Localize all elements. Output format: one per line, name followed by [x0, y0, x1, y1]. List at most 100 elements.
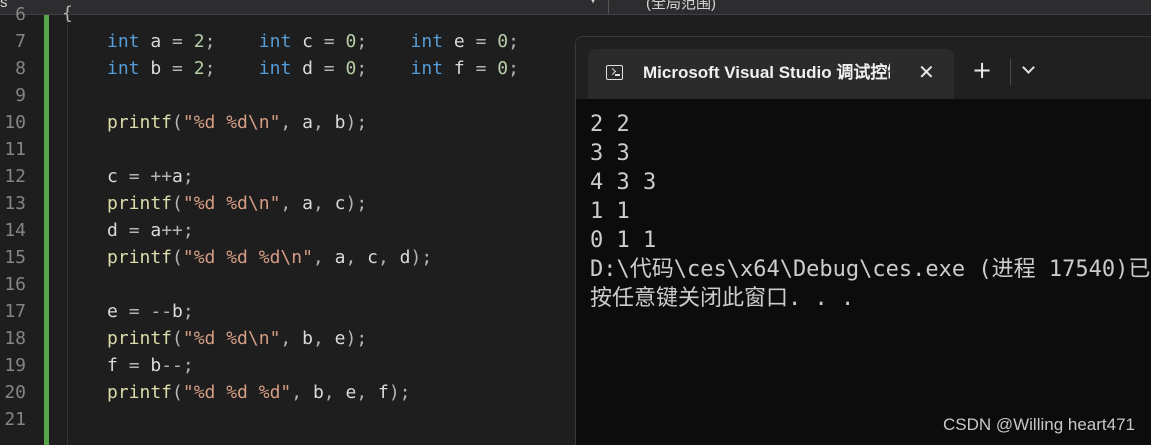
code-line[interactable]: printf("%d %d\n", b, e);: [107, 325, 367, 352]
chevron-down-icon[interactable]: ▾: [590, 0, 596, 7]
code-token: ;: [182, 301, 194, 322]
code-token: --;: [161, 355, 194, 376]
code-token: int: [107, 31, 140, 52]
code-line[interactable]: int b = 2; int d = 0; int f = 0;: [107, 55, 519, 82]
code-token: 0: [334, 58, 357, 79]
code-line[interactable]: printf("%d %d %d", b, e, f);: [107, 379, 411, 406]
code-token: 2: [182, 58, 205, 79]
code-token: d: [107, 220, 129, 241]
code-token: 2: [182, 31, 205, 52]
code-token: "%d %d\n": [182, 328, 281, 349]
code-token: );: [345, 193, 368, 214]
code-token: e: [107, 301, 129, 322]
code-token: b: [139, 58, 173, 79]
watermark: CSDN @Willing heart471: [942, 415, 1135, 434]
code-line[interactable]: printf("%d %d\n", a, c);: [107, 190, 367, 217]
code-token: f: [443, 58, 476, 79]
line-number: 15: [4, 247, 26, 268]
code-token: ,: [377, 247, 400, 268]
code-line[interactable]: int a = 2; int c = 0; int e = 0;: [107, 28, 519, 55]
line-number: 11: [4, 139, 26, 160]
code-line[interactable]: e = --b;: [107, 298, 194, 325]
code-token: (: [172, 112, 183, 133]
code-token: ;: [356, 58, 368, 79]
code-token: ,: [356, 382, 378, 403]
code-line[interactable]: d = a++;: [107, 217, 194, 244]
code-token: "%d %d %d\n": [182, 247, 313, 268]
indent-guide: [67, 15, 68, 445]
code-token: );: [410, 247, 433, 268]
code-token: (: [172, 382, 183, 403]
code-token: ;: [508, 58, 519, 79]
console-output-line: 0 1 1: [590, 228, 657, 253]
code-token: ;: [182, 166, 194, 187]
code-token: e: [345, 382, 357, 403]
code-token: ;: [204, 58, 216, 79]
code-token: printf: [107, 247, 173, 268]
code-token: c: [291, 31, 324, 52]
console-tab[interactable]: Microsoft Visual Studio 调试控制台 ✕: [588, 49, 954, 99]
code-token: int: [410, 31, 444, 52]
code-token: b: [334, 112, 346, 133]
code-token: ,: [312, 247, 335, 268]
code-token: );: [345, 112, 368, 133]
line-number: 6: [15, 4, 26, 25]
code-token: ++;: [161, 220, 194, 241]
code-token: int: [258, 58, 292, 79]
code-token: b: [150, 355, 162, 376]
console-output-line: 按任意键关闭此窗口. . .: [590, 286, 855, 311]
console-output-line: 1 1: [590, 199, 630, 224]
code-token: f: [107, 355, 129, 376]
code-token: 0: [486, 31, 509, 52]
new-tab-button[interactable]: +: [972, 57, 992, 83]
line-number: 13: [4, 193, 26, 214]
code-token: (: [172, 328, 183, 349]
code-token: =: [128, 220, 151, 241]
code-line[interactable]: printf("%d %d\n", a, b);: [107, 109, 367, 136]
code-line[interactable]: c = ++a;: [107, 163, 194, 190]
code-token: ,: [280, 193, 303, 214]
close-icon[interactable]: ✕: [918, 60, 935, 84]
line-number: 18: [4, 328, 26, 349]
line-number: 19: [4, 355, 26, 376]
nav-divider: [608, 0, 609, 14]
code-token: (: [172, 193, 183, 214]
console-titlebar: Microsoft Visual Studio 调试控制台 ✕ +: [576, 37, 1151, 99]
code-token: a: [172, 166, 183, 187]
code-token: c: [367, 247, 378, 268]
code-token: e: [443, 31, 476, 52]
code-token: int: [258, 31, 292, 52]
line-number: 8: [15, 58, 26, 79]
console-output-line: 2 2: [590, 112, 630, 137]
code-token: (: [172, 247, 183, 268]
console-output: 2 2 3 3 4 3 3 1 1 0 1 1 D:\代码\ces\x64\Debug\c…: [590, 110, 1151, 313]
chevron-down-icon[interactable]: [1020, 59, 1038, 81]
code-token: d: [399, 247, 411, 268]
opening-brace: {: [62, 3, 73, 24]
code-token: a: [150, 220, 162, 241]
line-number: 10: [4, 112, 26, 133]
console-output-line: 4 3 3: [590, 170, 657, 195]
code-token: =: [475, 58, 487, 79]
code-token: ,: [312, 193, 335, 214]
code-token: ;: [356, 31, 368, 52]
code-token: printf: [107, 328, 173, 349]
code-line[interactable]: f = b--;: [107, 352, 194, 379]
code-token: ,: [345, 247, 368, 268]
global-scope-dropdown[interactable]: (全局范围): [646, 0, 716, 13]
code-token: c: [334, 193, 346, 214]
line-number: 16: [4, 274, 26, 295]
code-token: e: [334, 328, 346, 349]
code-token: c: [107, 166, 129, 187]
code-line[interactable]: printf("%d %d %d\n", a, c, d);: [107, 244, 432, 271]
screenshot-root: s ▾ (全局范围) { 6 7 8 9 10 11 12 13 14 15 16 17 18 19 20 2…: [0, 0, 1151, 445]
code-token: =: [172, 58, 183, 79]
code-token: );: [345, 328, 368, 349]
code-token: ,: [323, 382, 346, 403]
console-window[interactable]: Microsoft Visual Studio 调试控制台 ✕ + 2 2 3 3…: [575, 36, 1151, 445]
code-token: printf: [107, 112, 173, 133]
code-token: a: [334, 247, 346, 268]
